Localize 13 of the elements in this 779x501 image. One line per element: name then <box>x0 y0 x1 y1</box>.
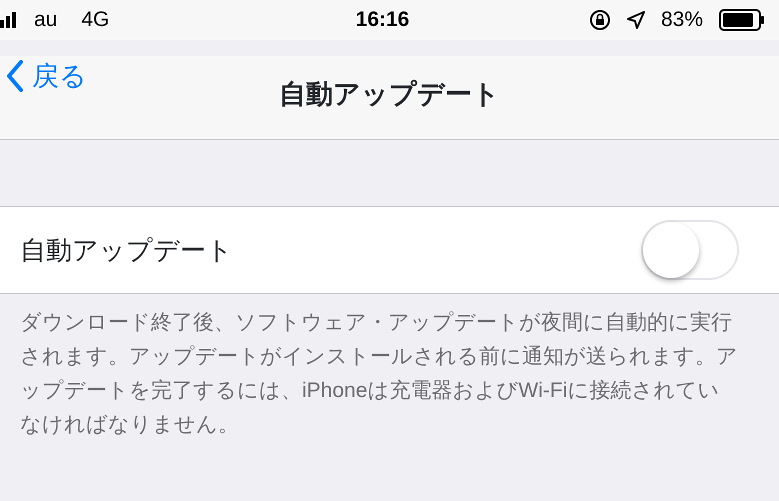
toggle-switch[interactable] <box>641 220 739 280</box>
network-label: 4G <box>81 7 110 34</box>
back-chevron-icon <box>6 60 24 92</box>
rotation-lock-icon <box>588 9 611 31</box>
battery-icon <box>719 9 765 31</box>
location-arrow-icon <box>626 11 645 29</box>
description-text: ダウンロード終了後、ソフトウェア・アップデートが夜間に自動的に実行されます。アップデートがインストールされる前に通知が送られます。アップデートを完了するには、iPhoneは充電器およびWi-Fiに接続されていなければなりません。 <box>19 310 739 438</box>
page-title: 自動アップデート <box>279 79 500 109</box>
battery-percent: 83% <box>660 7 703 34</box>
setting-label: 自動アップデート <box>20 234 233 266</box>
back-button[interactable]: 戻る <box>0 56 87 96</box>
carrier-label: au <box>34 7 58 34</box>
clock-time: 16:16 <box>354 7 410 34</box>
